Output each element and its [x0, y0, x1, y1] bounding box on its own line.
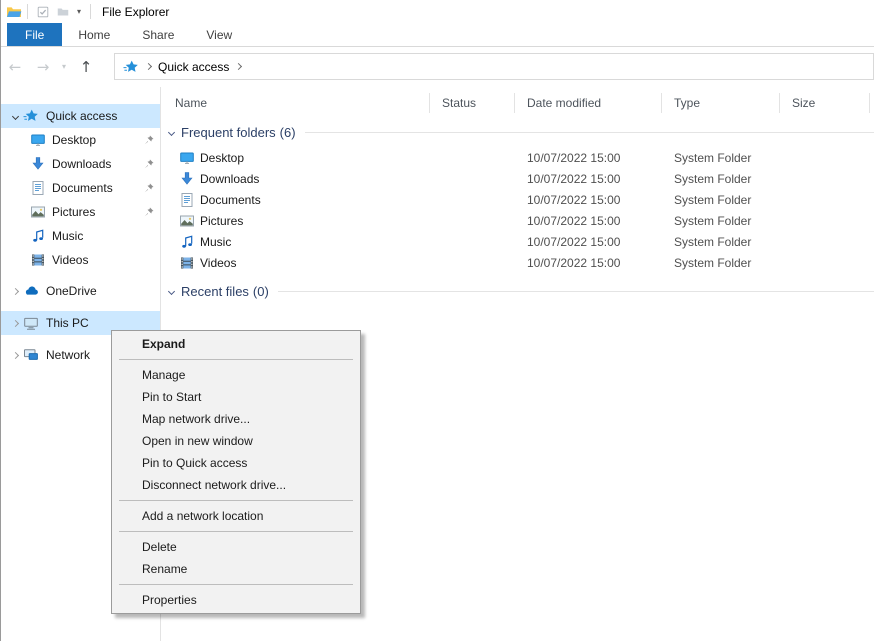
properties-check-icon — [36, 5, 50, 19]
navigation-bar: ← → ▾ ↑ Quick access — [1, 47, 874, 86]
pictures-icon — [179, 213, 195, 229]
group-header-recent-files[interactable]: Recent files (0) — [161, 282, 874, 300]
column-header-name[interactable]: Name — [161, 93, 430, 113]
sidebar-item-downloads[interactable]: Downloads — [1, 152, 160, 176]
menu-item-rename[interactable]: Rename — [112, 558, 360, 580]
sidebar-item-documents[interactable]: Documents — [1, 176, 160, 200]
qat-customize-caret-icon[interactable]: ▾ — [77, 7, 81, 16]
group-rule — [305, 132, 874, 133]
qat-divider — [27, 4, 28, 19]
music-icon — [30, 228, 46, 244]
forward-button-icon[interactable]: → — [29, 58, 57, 76]
new-folder-icon — [56, 5, 70, 19]
menu-item-manage[interactable]: Manage — [112, 364, 360, 386]
window-title: File Explorer — [102, 5, 169, 19]
file-row-pictures[interactable]: Pictures 10/07/2022 15:00 System Folder — [161, 210, 874, 231]
pin-icon — [143, 134, 155, 146]
onedrive-icon — [23, 283, 39, 299]
column-header-status[interactable]: Status — [430, 93, 515, 113]
menu-item-pin-to-start[interactable]: Pin to Start — [112, 386, 360, 408]
titlebar: ▾ File Explorer — [1, 0, 874, 23]
menu-item-pin-to-quick-access[interactable]: Pin to Quick access — [112, 452, 360, 474]
collapsed-chevron-icon[interactable] — [11, 351, 18, 358]
menu-separator — [119, 584, 353, 585]
this-pc-context-menu: Expand Manage Pin to Start Map network d… — [111, 330, 361, 614]
collapsed-chevron-icon[interactable] — [11, 319, 18, 326]
menu-separator — [119, 359, 353, 360]
group-rule — [278, 291, 874, 292]
menu-separator — [119, 531, 353, 532]
ribbon-tabs: File Home Share View — [1, 23, 874, 47]
address-bar[interactable]: Quick access — [114, 53, 874, 80]
downloads-icon — [30, 156, 46, 172]
breadcrumb-chevron-icon[interactable] — [235, 63, 242, 70]
file-row-videos[interactable]: Videos 10/07/2022 15:00 System Folder — [161, 252, 874, 273]
tab-home[interactable]: Home — [62, 23, 126, 46]
group-header-frequent-folders[interactable]: Frequent folders (6) — [161, 123, 874, 141]
sidebar-item-pictures[interactable]: Pictures — [1, 200, 160, 224]
tab-file[interactable]: File — [7, 23, 62, 46]
file-row-downloads[interactable]: Downloads 10/07/2022 15:00 System Folder — [161, 168, 874, 189]
tab-share[interactable]: Share — [126, 23, 190, 46]
up-button-icon[interactable]: ↑ — [71, 58, 101, 76]
back-button-icon[interactable]: ← — [1, 58, 29, 76]
menu-item-add-network-location[interactable]: Add a network location — [112, 505, 360, 527]
qat-new-folder-button[interactable] — [56, 5, 70, 19]
desktop-icon — [179, 150, 195, 166]
pin-icon — [143, 158, 155, 170]
sidebar-item-music[interactable]: Music — [1, 224, 160, 248]
breadcrumb-chevron-icon[interactable] — [145, 63, 152, 70]
videos-icon — [179, 255, 195, 271]
menu-item-properties[interactable]: Properties — [112, 589, 360, 611]
sidebar-item-videos[interactable]: Videos — [1, 248, 160, 272]
videos-icon — [30, 252, 46, 268]
frequent-folders-rows: Desktop 10/07/2022 15:00 System Folder D… — [161, 147, 874, 273]
quick-access-star-icon — [123, 59, 139, 75]
downloads-icon — [179, 171, 195, 187]
qat-properties-button[interactable] — [36, 5, 50, 19]
menu-item-delete[interactable]: Delete — [112, 536, 360, 558]
column-header-size[interactable]: Size — [780, 93, 870, 113]
recent-locations-caret-icon[interactable]: ▾ — [57, 62, 71, 71]
sidebar-item-onedrive[interactable]: OneDrive — [1, 279, 160, 303]
quick-access-star-icon — [23, 108, 39, 124]
explorer-logo-icon — [6, 4, 22, 20]
documents-icon — [30, 180, 46, 196]
desktop-icon — [30, 132, 46, 148]
qat-divider — [90, 4, 91, 19]
group-collapse-chevron-icon[interactable] — [168, 128, 175, 135]
menu-item-open-in-new-window[interactable]: Open in new window — [112, 430, 360, 452]
menu-separator — [119, 500, 353, 501]
file-row-music[interactable]: Music 10/07/2022 15:00 System Folder — [161, 231, 874, 252]
menu-item-expand[interactable]: Expand — [112, 333, 360, 355]
file-row-documents[interactable]: Documents 10/07/2022 15:00 System Folder — [161, 189, 874, 210]
tab-view[interactable]: View — [190, 23, 248, 46]
column-header-type[interactable]: Type — [662, 93, 780, 113]
this-pc-icon — [23, 315, 39, 331]
group-collapse-chevron-icon[interactable] — [168, 287, 175, 294]
network-icon — [23, 347, 39, 363]
file-row-desktop[interactable]: Desktop 10/07/2022 15:00 System Folder — [161, 147, 874, 168]
expanded-chevron-icon[interactable] — [11, 112, 18, 119]
breadcrumb-quick-access[interactable]: Quick access — [158, 60, 229, 74]
pictures-icon — [30, 204, 46, 220]
collapsed-chevron-icon[interactable] — [11, 287, 18, 294]
sidebar-item-desktop[interactable]: Desktop — [1, 128, 160, 152]
music-icon — [179, 234, 195, 250]
menu-item-map-network-drive[interactable]: Map network drive... — [112, 408, 360, 430]
sidebar-item-quick-access[interactable]: Quick access — [1, 104, 160, 128]
menu-item-disconnect-network-drive[interactable]: Disconnect network drive... — [112, 474, 360, 496]
column-headers: Name Status Date modified Type Size — [161, 90, 874, 116]
pin-icon — [143, 182, 155, 194]
column-header-date-modified[interactable]: Date modified — [515, 93, 662, 113]
pin-icon — [143, 206, 155, 218]
documents-icon — [179, 192, 195, 208]
